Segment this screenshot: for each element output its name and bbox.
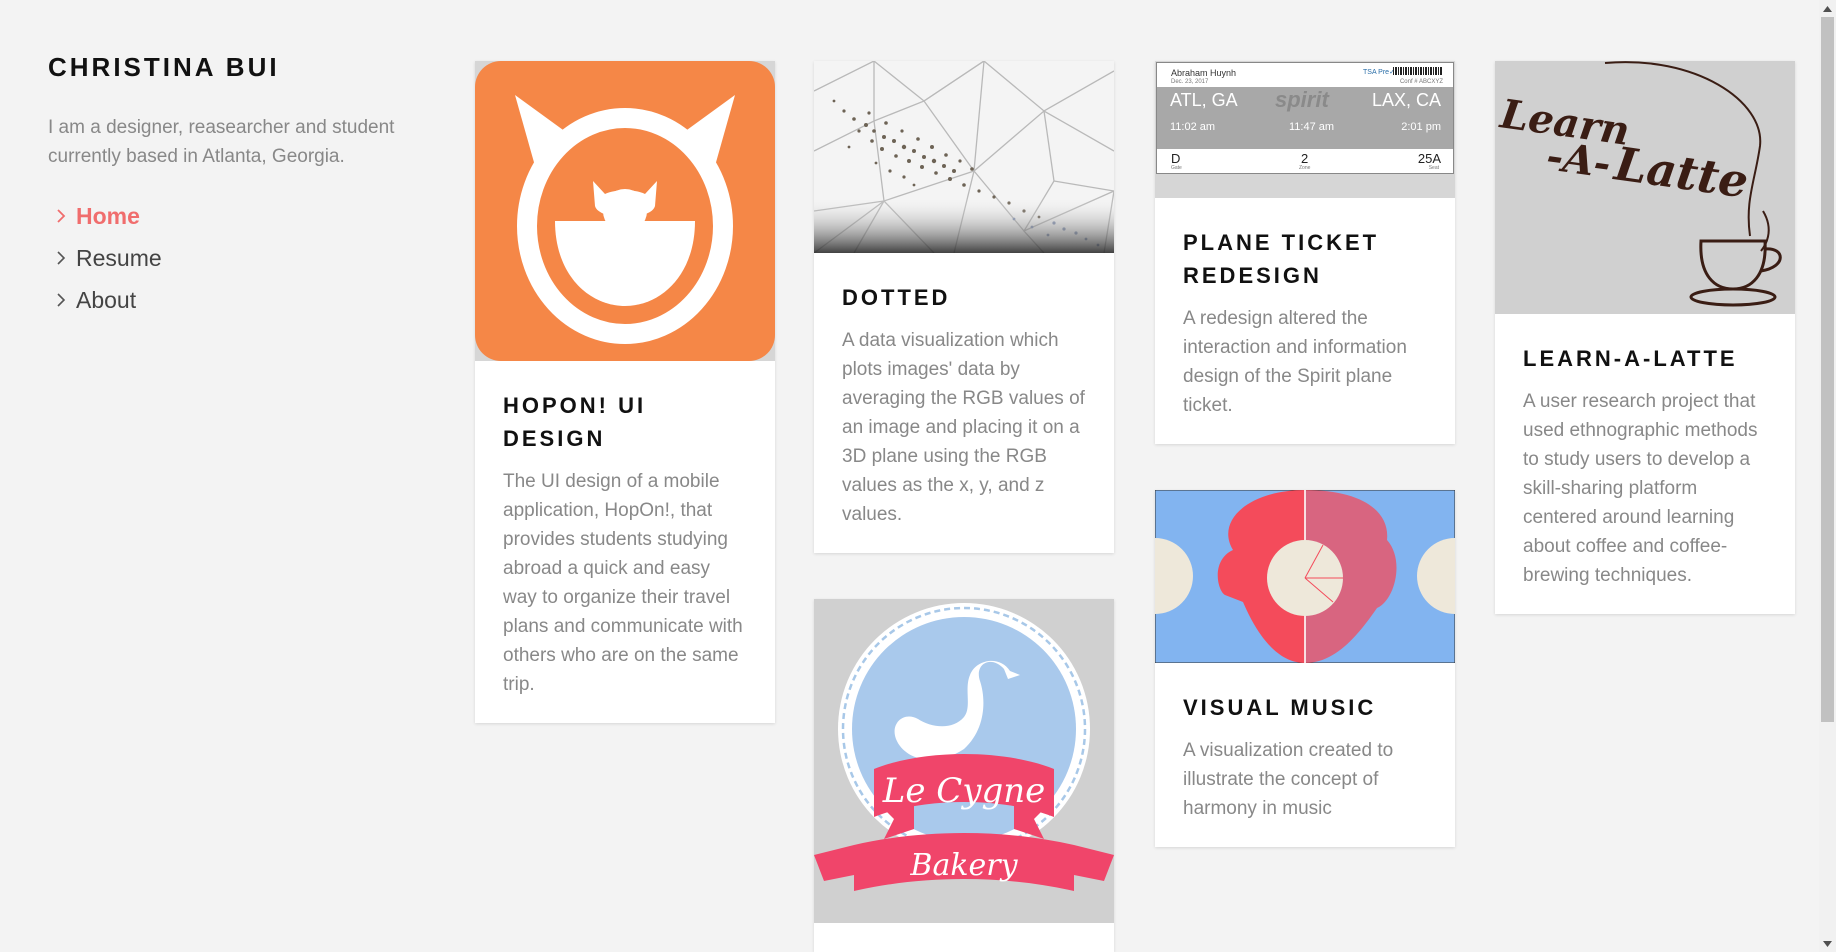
- ticket-to: LAX, CA: [1371, 90, 1441, 110]
- page-scrollbar[interactable]: [1819, 0, 1836, 952]
- site-bio: I am a designer, reasearcher and student…: [48, 117, 395, 167]
- bakery-logo-line1: Le Cygne: [882, 771, 1046, 811]
- le-cygne-bakery-logo: Le Cygne Bakery: [814, 599, 1114, 923]
- nav-item-home[interactable]: Home: [48, 195, 428, 237]
- project-card-dotted[interactable]: DOTTED A data visualization which plots …: [814, 61, 1114, 553]
- ticket-from: ATL, GA: [1170, 90, 1238, 110]
- project-card-learn-a-latte[interactable]: Learn -A- Latte LEARN-A-LATTE A user res…: [1495, 61, 1795, 614]
- project-card-visual-music[interactable]: VISUAL MUSIC A visualization created to …: [1155, 490, 1455, 847]
- main-nav: Home Resume About: [48, 195, 428, 321]
- project-card-plane-ticket[interactable]: Abraham Huynh Dec. 23, 2017 TSA Pre✓ Con…: [1155, 61, 1455, 444]
- nav-item-about[interactable]: About: [48, 279, 428, 321]
- ticket-seat: 25A: [1417, 151, 1441, 166]
- nav-item-resume[interactable]: Resume: [48, 237, 428, 279]
- spirit-logo: spirit: [1275, 87, 1329, 112]
- site-name[interactable]: CHRISTINA BUI: [48, 52, 428, 83]
- project-title: PLANE TICKET REDESIGN: [1183, 230, 1380, 288]
- ticket-zone-label: Zone: [1299, 165, 1311, 171]
- hopon-app-icon: [475, 61, 775, 361]
- project-description: A user research project that used ethnog…: [1523, 391, 1758, 586]
- ticket-seat-label: Seat: [1428, 165, 1439, 171]
- chevron-right-icon: [57, 209, 66, 223]
- project-card-hopon[interactable]: HOPON! UI DESIGN The UI design of a mobi…: [475, 61, 775, 723]
- project-description: A redesign altered the interaction and i…: [1183, 308, 1407, 416]
- project-card-le-cygne-bakery[interactable]: Le Cygne Bakery: [814, 599, 1114, 952]
- ticket-arrive-time: 2:01 pm: [1401, 121, 1441, 133]
- chevron-right-icon: [57, 251, 66, 265]
- nav-item-label: Resume: [76, 244, 162, 271]
- scrollbar-thumb[interactable]: [1821, 17, 1834, 722]
- barcode-icon: [1393, 67, 1443, 75]
- ticket-tsa: TSA Pre✓: [1363, 69, 1395, 76]
- ticket-board-time: 11:47 am: [1289, 121, 1335, 133]
- project-description: A visualization created to illustrate th…: [1183, 740, 1394, 819]
- ticket-confirmation: Conf # ABCXYZ: [1399, 79, 1443, 85]
- scroll-up-arrow-icon[interactable]: [1819, 0, 1836, 17]
- ticket-gate: D: [1171, 151, 1181, 166]
- ticket-body: Abraham Huynh Dec. 23, 2017 TSA Pre✓ Con…: [1156, 62, 1454, 174]
- nav-item-label: About: [76, 286, 137, 313]
- scroll-down-arrow-icon[interactable]: [1819, 935, 1836, 952]
- ticket-date: Dec. 23, 2017: [1171, 79, 1209, 85]
- ticket-zone: 2: [1301, 151, 1309, 166]
- ticket-route-band: ATL, GA LAX, CA spirit 11:02 am 11:47 am…: [1157, 87, 1453, 149]
- ticket-passenger: Abraham Huynh: [1171, 68, 1237, 78]
- ticket-gate-label: Gate: [1171, 165, 1182, 171]
- plane-ticket-image: Abraham Huynh Dec. 23, 2017 TSA Pre✓ Con…: [1155, 61, 1455, 198]
- dotted-visualization-image: [814, 61, 1114, 253]
- chevron-right-icon: [57, 293, 66, 307]
- nav-item-label: Home: [76, 202, 140, 229]
- project-title: VISUAL MUSIC: [1183, 695, 1377, 720]
- ticket-depart-time: 11:02 am: [1170, 121, 1216, 133]
- bakery-logo-line2: Bakery: [909, 848, 1018, 883]
- project-description: The UI design of a mobile application, H…: [503, 471, 743, 695]
- latte-logo-line2: -A-: [1544, 132, 1614, 187]
- project-title: HOPON! UI DESIGN: [503, 393, 647, 451]
- learn-a-latte-logo: Learn -A- Latte: [1495, 61, 1795, 314]
- sidebar: CHRISTINA BUI I am a designer, reasearch…: [48, 52, 428, 321]
- visual-music-image: [1155, 490, 1455, 663]
- project-title: DOTTED: [842, 285, 951, 310]
- project-description: A data visualization which plots images'…: [842, 330, 1085, 525]
- project-title: LEARN-A-LATTE: [1523, 346, 1738, 371]
